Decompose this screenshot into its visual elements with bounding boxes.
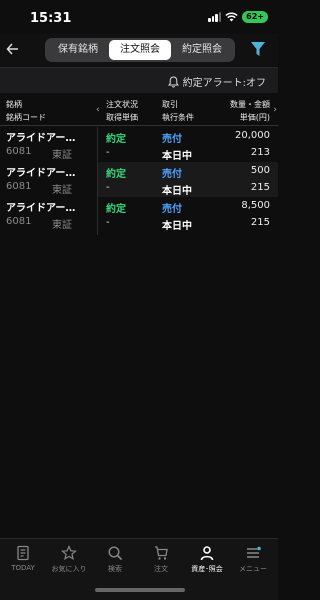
stock-name: アライドアー…: [6, 168, 76, 179]
table-row[interactable]: アライドアー… 6081 東証 約定 - 売付 本日中 500 215: [0, 162, 278, 197]
market: 東証: [52, 220, 72, 231]
document-icon: [17, 545, 29, 561]
menu-icon: [247, 546, 261, 558]
stock-code: 6081: [6, 216, 32, 227]
signal-icon: [208, 12, 222, 22]
header-order-status: 注文状況: [106, 100, 138, 109]
quantity: 20,000: [235, 130, 270, 141]
status-time: 15:31: [30, 11, 72, 26]
trade-side: 売付: [162, 134, 182, 145]
tab-label: 資産･照会: [191, 565, 223, 573]
tab-favorites[interactable]: お気に入り: [46, 545, 92, 574]
battery-icon: 62+: [242, 11, 268, 23]
order-status: 約定: [106, 134, 126, 145]
wifi-icon: [225, 12, 238, 22]
tab-menu[interactable]: メニュー: [230, 545, 276, 574]
stock-code: 6081: [6, 146, 32, 157]
market: 東証: [52, 150, 72, 161]
star-icon: [61, 545, 77, 561]
person-icon: [200, 546, 214, 561]
tab-label: お気に入り: [51, 565, 87, 573]
chevron-right-icon[interactable]: ›: [273, 105, 277, 115]
tab-label: 注文: [154, 565, 168, 573]
bottom-tab-bar: TODAY お気に入り 検索 注文 資産･照会 メニュー: [0, 538, 278, 600]
table-row[interactable]: アライドアー… 6081 東証 約定 - 売付 本日中 20,000 213: [0, 127, 278, 162]
execution-condition: 本日中: [162, 186, 192, 197]
back-arrow-icon[interactable]: [6, 38, 26, 60]
tab-execution-inquiry[interactable]: 約定照会: [171, 40, 233, 60]
order-status: 約定: [106, 169, 126, 180]
alert-bar: 約定アラート:オフ: [0, 67, 278, 93]
stock-code: 6081: [6, 181, 32, 192]
unit-price: 215: [250, 217, 270, 228]
cart-icon: [155, 546, 168, 560]
header-quantity-amount: 数量・金額: [230, 100, 270, 109]
tab-label: TODAY: [11, 564, 35, 572]
acquisition-price: -: [106, 147, 110, 158]
tab-label: メニュー: [239, 565, 267, 573]
table-header: 銘柄 銘柄コード ‹ 注文状況 取得単価 取引 執行条件 数量・金額 単価(円)…: [0, 96, 278, 126]
stock-name: アライドアー…: [6, 133, 76, 144]
status-bar: 15:31 62+: [0, 0, 278, 34]
trade-side: 売付: [162, 169, 182, 180]
execution-condition: 本日中: [162, 151, 192, 162]
filter-icon[interactable]: [250, 40, 266, 62]
trade-side: 売付: [162, 204, 182, 215]
status-icons: 62+: [208, 11, 268, 23]
header-stock: 銘柄: [6, 100, 22, 109]
tab-today[interactable]: TODAY: [0, 545, 46, 572]
tab-holdings[interactable]: 保有銘柄: [47, 40, 109, 60]
tab-search[interactable]: 検索: [92, 545, 138, 574]
quantity: 500: [250, 165, 270, 176]
tab-order-inquiry[interactable]: 注文照会: [109, 40, 171, 60]
acquisition-price: -: [106, 217, 110, 228]
alert-label: 約定アラート:オフ: [182, 78, 266, 89]
unit-price: 213: [250, 147, 270, 158]
tab-assets[interactable]: 資産･照会: [184, 545, 230, 574]
home-indicator: [95, 588, 185, 592]
search-icon: [108, 546, 123, 561]
segmented-control: 保有銘柄 注文照会 約定照会: [45, 38, 235, 62]
execution-condition: 本日中: [162, 221, 192, 232]
header-stock-code: 銘柄コード: [6, 113, 46, 122]
column-divider: [97, 127, 98, 235]
header-trade: 取引: [162, 100, 178, 109]
stock-name: アライドアー…: [6, 203, 76, 214]
execution-alert-toggle[interactable]: 約定アラート:オフ: [167, 74, 266, 89]
chevron-left-icon[interactable]: ‹: [96, 105, 100, 115]
header-unit-price: 単価(円): [239, 113, 270, 122]
tab-label: 検索: [108, 565, 122, 573]
order-status: 約定: [106, 204, 126, 215]
quantity: 8,500: [241, 200, 270, 211]
tab-order[interactable]: 注文: [138, 545, 184, 574]
header-execution-condition: 執行条件: [162, 113, 194, 122]
bell-icon: [167, 75, 179, 87]
acquisition-price: -: [106, 182, 110, 193]
unit-price: 215: [250, 182, 270, 193]
nav-bar: 保有銘柄 注文照会 約定照会: [0, 34, 278, 66]
header-acquisition-price: 取得単価: [106, 113, 138, 122]
table-row[interactable]: アライドアー… 6081 東証 約定 - 売付 本日中 8,500 215: [0, 197, 278, 232]
market: 東証: [52, 185, 72, 196]
